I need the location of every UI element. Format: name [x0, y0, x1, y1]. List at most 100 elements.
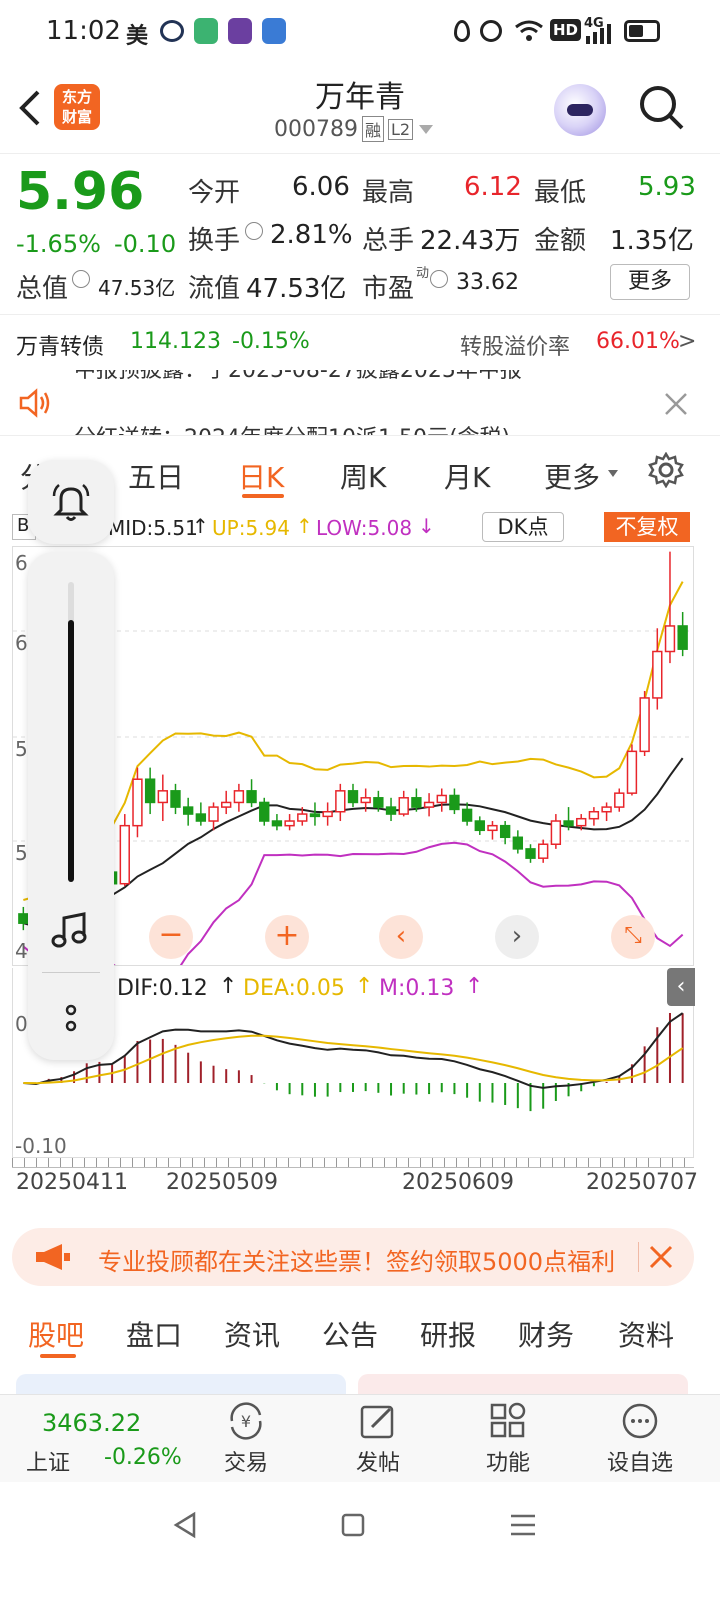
adjust-button[interactable]: 不复权	[604, 512, 690, 542]
more-button[interactable]: 更多	[610, 264, 690, 300]
fullscreen-icon[interactable]: ⤡	[611, 915, 655, 959]
candle	[271, 820, 283, 827]
crosshair-button[interactable]: +	[265, 915, 309, 959]
nav-function[interactable]: 功能	[472, 1401, 544, 1477]
candle	[449, 794, 460, 811]
macd-axis-bottom: -0.10	[15, 1134, 67, 1158]
megaphone-icon	[36, 1244, 70, 1270]
robot-assistant-icon[interactable]	[554, 84, 606, 136]
tab-news[interactable]: 资讯	[224, 1314, 280, 1354]
close-icon[interactable]	[664, 392, 688, 416]
candle	[360, 797, 371, 804]
candle	[335, 790, 346, 813]
kline-chart[interactable]: 6 6 5 5 4 − + ‹ › ⤡	[12, 546, 694, 988]
carrier-badge: 美	[126, 24, 149, 49]
candle	[639, 697, 650, 753]
svg-text:¥: ¥	[241, 1412, 251, 1431]
candle	[576, 817, 587, 827]
tab-finance[interactable]: 财务	[518, 1314, 574, 1354]
candle	[614, 792, 625, 808]
dif-value: DIF:0.12	[117, 976, 208, 1001]
date-label: 20250707	[586, 1170, 698, 1195]
chevron-right-icon: >	[678, 329, 697, 354]
convertible-bond-row[interactable]: 万青转债 114.123 -0.15% 转股溢价率 66.01% >	[0, 314, 720, 370]
price-axis-label: 5	[15, 737, 28, 761]
stock-code-row[interactable]: 000789 融 L2	[274, 116, 434, 142]
arrow-up-icon: ↑	[355, 974, 374, 999]
tab-more[interactable]: 更多	[544, 456, 600, 496]
announcement-marquee[interactable]: 中报预披露：于2025-08-27披露2025年中报 分红送转：2024年度分配…	[0, 370, 720, 436]
tab-guba[interactable]: 股吧	[28, 1314, 84, 1354]
music-note-icon[interactable]	[50, 910, 90, 950]
candle	[385, 806, 397, 815]
kline-svg	[13, 551, 693, 988]
home-square-icon[interactable]	[340, 1512, 366, 1538]
tab-month-k[interactable]: 月K	[444, 456, 490, 496]
date-ticks	[12, 1158, 694, 1168]
candle	[538, 843, 549, 859]
index-ticker[interactable]: 3463.22 上证 -0.26%	[20, 1405, 190, 1476]
change-percent: -1.65%	[16, 230, 101, 258]
low-value: LOW:5.08	[316, 516, 413, 540]
high-label: 最高	[362, 178, 415, 208]
candle	[525, 848, 536, 859]
bond-name: 万青转债	[16, 335, 105, 360]
grid-icon	[490, 1402, 526, 1438]
nav-trade[interactable]: ¥ 交易	[210, 1401, 282, 1477]
low-value: 5.93	[638, 172, 696, 202]
amount-label: 金额	[534, 226, 587, 256]
back-triangle-icon[interactable]	[170, 1510, 200, 1540]
candle	[309, 813, 321, 818]
active-tab-indicator	[242, 494, 284, 498]
price-axis-label: 6	[15, 631, 28, 655]
stock-name: 万年青	[315, 80, 405, 115]
close-icon[interactable]	[648, 1244, 674, 1270]
tab-announcements[interactable]: 公告	[322, 1314, 378, 1354]
candle	[221, 801, 232, 808]
promo-banner[interactable]: 专业投顾都在关注这些票！签约领取5000点福利	[12, 1228, 694, 1286]
info-icon[interactable]	[72, 270, 90, 288]
collapse-tab[interactable]: ‹	[667, 968, 695, 1006]
recents-menu-icon[interactable]	[508, 1512, 538, 1538]
candle	[499, 824, 511, 839]
yuan-exchange-icon: ¥	[230, 1402, 262, 1440]
float-value: 47.53亿	[246, 274, 347, 304]
index-name: 上证	[26, 1451, 71, 1476]
info-icon[interactable]	[430, 270, 448, 288]
candle	[284, 820, 295, 827]
last-price: 5.96	[16, 162, 145, 222]
info-icon[interactable]	[245, 222, 263, 240]
tab-day-k[interactable]: 日K	[238, 456, 284, 496]
index-value: 3463.22	[42, 1409, 142, 1437]
nav-post-label: 发帖	[355, 1451, 400, 1476]
chevron-left-icon[interactable]: ‹	[379, 915, 423, 959]
change-amount: -0.10	[114, 230, 177, 258]
tab-profile[interactable]: 资料	[618, 1314, 674, 1354]
macd-chart[interactable]: 0 -0.10	[12, 1008, 694, 1158]
arrow-up-icon: ↑	[465, 974, 484, 999]
date-label: 20250609	[402, 1170, 514, 1195]
candle	[601, 806, 612, 813]
notification-bell-button[interactable]	[28, 460, 114, 544]
candle	[461, 808, 473, 822]
tab-research[interactable]: 研报	[420, 1314, 476, 1354]
search-icon[interactable]	[638, 84, 686, 132]
tab-week-k[interactable]: 周K	[340, 456, 386, 496]
chevron-right-icon[interactable]: ›	[495, 915, 539, 959]
more-dots-icon[interactable]	[62, 1004, 80, 1034]
dk-point-button[interactable]: DK点	[482, 512, 564, 542]
tab-pankou[interactable]: 盘口	[126, 1314, 182, 1354]
candle	[18, 913, 29, 924]
candle	[157, 790, 168, 804]
nav-post[interactable]: 发帖	[342, 1401, 414, 1477]
open-label: 今开	[188, 178, 241, 208]
nav-watchlist[interactable]: 设自选	[600, 1401, 680, 1477]
bell-icon	[52, 484, 90, 521]
zoom-out-button[interactable]: −	[149, 915, 193, 959]
float-label: 流值	[188, 274, 241, 304]
pe-label: 市盈	[362, 274, 415, 304]
candle	[512, 836, 524, 850]
gear-icon[interactable]	[648, 452, 684, 488]
tab-five-day[interactable]: 五日	[128, 456, 184, 496]
mktcap-value: 47.53亿	[98, 276, 176, 300]
